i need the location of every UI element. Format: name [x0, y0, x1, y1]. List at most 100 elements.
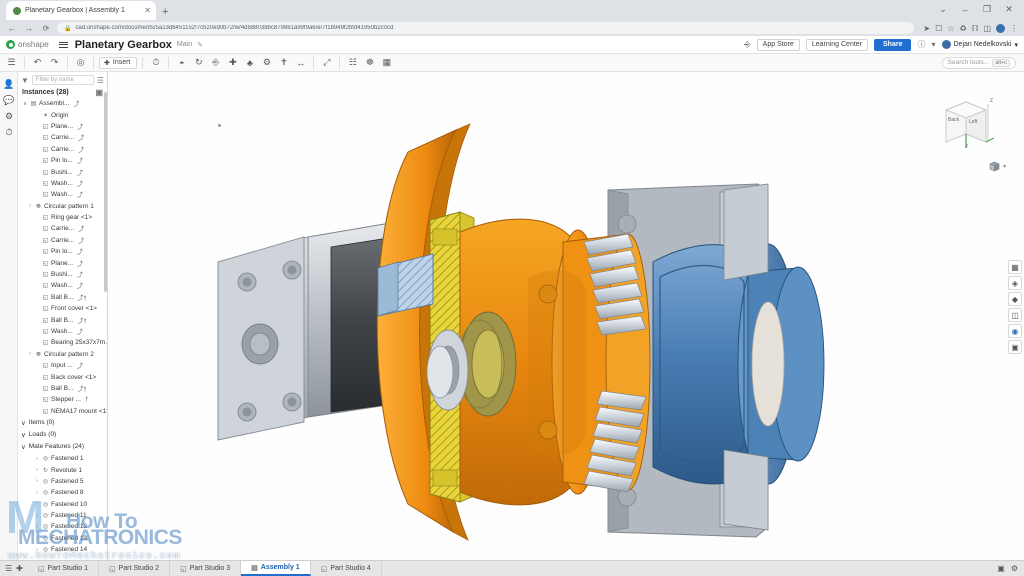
tree-node[interactable]: ◱Carrie...⤴	[18, 144, 107, 155]
comments-icon[interactable]: ▣	[997, 564, 1005, 573]
tree-node[interactable]: ◱Ball B...⤴†	[18, 314, 107, 325]
tree-node[interactable]: ◱Plane...⤴	[18, 257, 107, 268]
insert-button[interactable]: ✚ Insert	[99, 57, 137, 69]
browser-tab[interactable]: Planetary Gearbox | Assembly 1 ✕	[6, 1, 156, 20]
close-icon[interactable]: ✕	[144, 6, 151, 15]
mate-feature-row[interactable]: ›◎Fastened 13	[18, 533, 107, 544]
display-state-icon[interactable]: ◫	[1008, 308, 1022, 322]
tree-node[interactable]: ◱NEMA17 mount <1>	[18, 406, 107, 417]
expand-caret-icon[interactable]: ∨	[22, 101, 28, 107]
window-close-button[interactable]: ✕	[998, 1, 1020, 18]
tree-node[interactable]: ◱Carrie...⤴	[18, 132, 107, 143]
chevron-down-icon[interactable]: ▾	[931, 40, 935, 49]
mate-feature-row[interactable]: ›◎Fastened 12	[18, 521, 107, 532]
share-button[interactable]: Share	[874, 39, 911, 51]
settings-icon[interactable]: ⚙	[1011, 564, 1018, 573]
mate-features-list[interactable]: ›◎Fastened 1›↻Revolute 1›◎Fastened 5›◎Fa…	[18, 453, 107, 556]
expand-caret-icon[interactable]: ›	[34, 547, 40, 553]
mate-feature-row[interactable]: ›↻Revolute 1	[18, 464, 107, 475]
expand-caret-icon[interactable]: ›	[27, 203, 33, 209]
bookmark-star-icon[interactable]: ☆	[947, 24, 954, 33]
expand-caret-icon[interactable]: ›	[34, 513, 40, 519]
expand-caret-icon[interactable]: ∨	[21, 419, 26, 427]
tree-list[interactable]: ∨▤Assembl...⤴✶Origin◱Plane...⤴◱Carrie...…	[18, 98, 107, 417]
cylindrical-mate-icon[interactable]: ♣	[242, 55, 257, 70]
tree-node[interactable]: ✶Origin	[18, 109, 107, 120]
gearbox-assembly-model[interactable]	[108, 72, 1024, 560]
translate-icon[interactable]: ℿ	[972, 24, 979, 33]
tree-node[interactable]: ◱Ring gear <1>	[18, 212, 107, 223]
expand-caret-icon[interactable]: ›	[34, 524, 40, 530]
tree-node[interactable]: ›☸Circular pattern 1	[18, 201, 107, 212]
parallel-mate-icon[interactable]: ↔	[293, 55, 308, 70]
tree-node[interactable]: ◱Wash...⤴	[18, 189, 107, 200]
tree-node[interactable]: ◱Wash...⤴	[18, 178, 107, 189]
tree-scrollbar[interactable]	[104, 92, 107, 292]
tree-node[interactable]: ◱Back cover <1>	[18, 371, 107, 382]
reload-icon[interactable]: ⟳	[40, 22, 52, 34]
tree-node[interactable]: ◱Carrie...⤴	[18, 235, 107, 246]
expand-caret-icon[interactable]: ∨	[21, 431, 26, 439]
mates-icon[interactable]: ⚙	[0, 108, 18, 124]
maximize-button[interactable]: ❐	[976, 1, 998, 18]
tree-node[interactable]: ◱Front cover <1>	[18, 303, 107, 314]
sidebar-icon[interactable]: ◫	[983, 24, 991, 33]
mate-feature-row[interactable]: ›◎Fastened 8	[18, 487, 107, 498]
view-orientation-selector[interactable]: ▾	[988, 160, 1006, 173]
history-clock-icon[interactable]: ⏱	[0, 124, 18, 140]
render-icon[interactable]: ▣	[1008, 340, 1022, 354]
filter-icon[interactable]: ▼	[21, 76, 29, 85]
fastened-mate-icon[interactable]: ◓	[174, 55, 189, 70]
tree-node[interactable]: ◱Ball B...⤴†	[18, 292, 107, 303]
extension-icon[interactable]: ♻	[959, 24, 966, 33]
expand-caret-icon[interactable]: ›	[34, 467, 40, 473]
tree-group-header[interactable]: ∨Items (0)	[18, 417, 107, 429]
pattern-icon[interactable]: ▦	[379, 55, 394, 70]
history-icon[interactable]: ⏱	[148, 55, 163, 70]
section-view-icon[interactable]: ▦	[1008, 260, 1022, 274]
explode-view-icon[interactable]: ◆	[1008, 292, 1022, 306]
appearance-icon[interactable]: ◉	[1008, 324, 1022, 338]
tree-node[interactable]: ◱Bearing 25x37x7m..	[18, 337, 107, 348]
expand-caret-icon[interactable]: ›	[34, 456, 40, 462]
undo-icon[interactable]: ↶	[30, 55, 45, 70]
branch-fork-icon[interactable]: ⎆	[744, 40, 750, 50]
mate-connector-icon[interactable]: ⤢	[319, 55, 334, 70]
tree-node[interactable]: ◱Pin lo...⤴	[18, 155, 107, 166]
chevron-down-icon[interactable]: ▾	[1003, 163, 1006, 170]
profile-avatar[interactable]	[996, 24, 1005, 33]
redo-icon[interactable]: ↷	[47, 55, 62, 70]
mate-feature-row[interactable]: ›◎Fastened 14	[18, 544, 107, 555]
minimize-button[interactable]: –	[954, 1, 976, 18]
replicate-icon[interactable]: ☸	[362, 55, 377, 70]
add-collaborator-icon[interactable]: 👤	[0, 76, 18, 92]
mate-feature-row[interactable]: ›◎Fastened 11	[18, 510, 107, 521]
user-menu[interactable]: Dejan Nedelkovski ▾	[942, 40, 1019, 49]
mate-feature-row[interactable]: ›◎Fastened 5	[18, 476, 107, 487]
branch-label[interactable]: Main	[177, 41, 192, 48]
view-cube[interactable]: Back Left Z Y	[936, 94, 1000, 156]
tree-node[interactable]: ◱Input ...⤴	[18, 360, 107, 371]
document-tab[interactable]: ◱Part Studio 1	[28, 561, 99, 576]
pencil-icon[interactable]: ✎	[197, 41, 203, 49]
tree-node[interactable]: ◱Stepper ...†	[18, 394, 107, 405]
share-icon[interactable]: ➤	[923, 24, 930, 33]
tree-node[interactable]: ◱Wash...⤴	[18, 280, 107, 291]
hamburger-menu-icon[interactable]	[59, 42, 68, 48]
tree-node[interactable]: ◱Plane...⤴	[18, 121, 107, 132]
transform-icon[interactable]: ◎	[73, 55, 88, 70]
mate-feature-row[interactable]: ›◎Fastened 1	[18, 453, 107, 464]
planar-mate-icon[interactable]: ✚	[225, 55, 240, 70]
tree-node[interactable]: ◱Bushi...⤴	[18, 269, 107, 280]
tree-group-header[interactable]: ∨Loads (0)	[18, 429, 107, 441]
expand-caret-icon[interactable]: ›	[34, 535, 40, 541]
address-bar[interactable]: 🔒 cad.onshape.com/documents/5a13d6451152…	[57, 22, 914, 34]
back-icon[interactable]: ←	[6, 22, 18, 34]
assembly-list-icon[interactable]: ☰	[4, 55, 19, 70]
hide-show-icon[interactable]: ◈	[1008, 276, 1022, 290]
document-tab[interactable]: ◱Part Studio 3	[170, 561, 241, 576]
tree-node[interactable]: ◱Ball B...⤴†	[18, 383, 107, 394]
isolate-icon[interactable]: ▣	[95, 88, 103, 97]
view-cube-left-label[interactable]: Left	[969, 119, 977, 125]
filter-input[interactable]: Filter by name	[32, 75, 94, 85]
